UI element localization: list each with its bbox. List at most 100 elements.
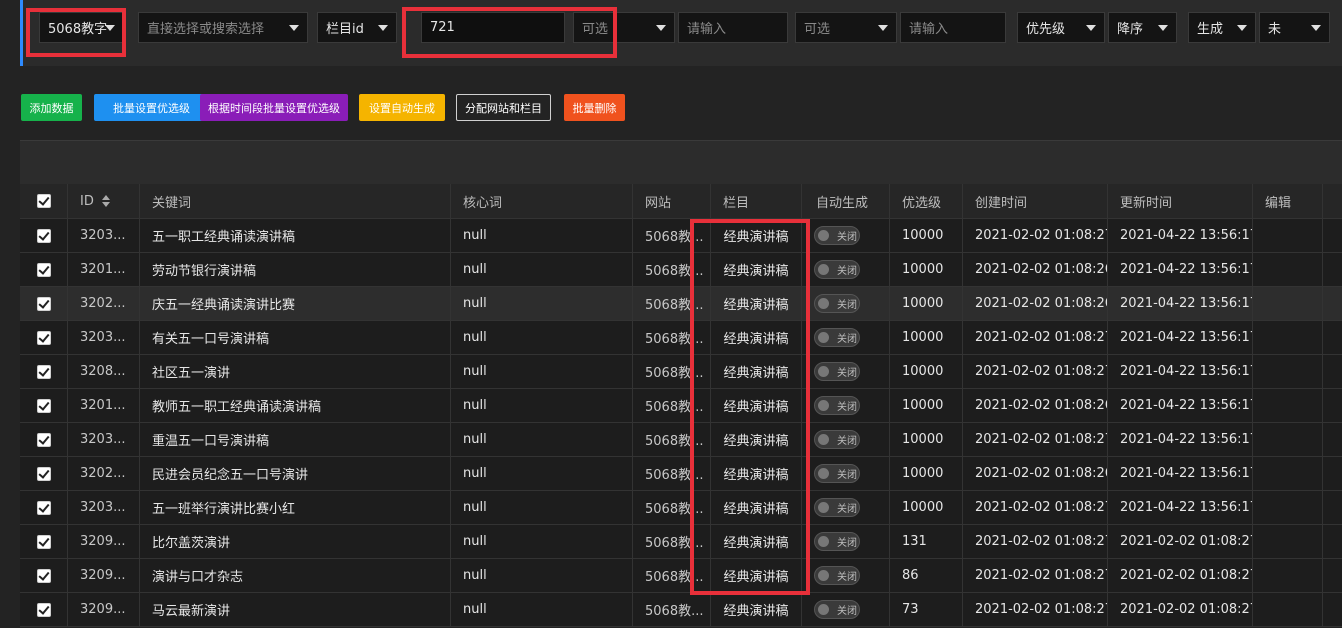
cell-edit[interactable] — [1252, 491, 1322, 524]
row-checkbox[interactable] — [36, 296, 51, 311]
table-row[interactable]: 3208... 社区五一演讲 null 5068教... 经典演讲稿 关闭 10000 202… — [20, 355, 1342, 389]
select-all-cell[interactable] — [20, 184, 67, 218]
header-id[interactable]: ID — [67, 184, 139, 218]
table-row[interactable]: 3203... 重温五一口号演讲稿 null 5068教... 经典演讲稿 关闭 10000… — [20, 423, 1342, 457]
row-checkbox[interactable] — [36, 466, 51, 481]
row-select-cell[interactable] — [20, 355, 67, 388]
auto-generate-toggle[interactable]: 关闭 — [814, 430, 860, 449]
auto-generate-toggle[interactable]: 关闭 — [814, 464, 860, 483]
generate-select[interactable]: 生成 — [1188, 12, 1256, 43]
optional-select-2[interactable]: 可选 — [795, 12, 897, 43]
row-checkbox[interactable] — [36, 568, 51, 583]
row-select-cell[interactable] — [20, 593, 67, 626]
row-select-cell[interactable] — [20, 491, 67, 524]
row-checkbox[interactable] — [36, 364, 51, 379]
table-row[interactable]: 3203... 五一职工经典诵读演讲稿 null 5068教... 经典演讲稿 关闭 100… — [20, 219, 1342, 253]
cell-edit[interactable] — [1252, 287, 1322, 320]
cell-priority: 10000 — [889, 457, 962, 490]
batch-priority-button[interactable]: 批量设置优选级 — [94, 94, 209, 121]
field-value-input[interactable]: 721 — [421, 12, 565, 43]
cell-edit[interactable] — [1252, 355, 1322, 388]
row-select-cell[interactable] — [20, 457, 67, 490]
auto-generate-toggle[interactable]: 关闭 — [814, 396, 860, 415]
optional-select-1[interactable]: 可选 — [573, 12, 675, 43]
table-row[interactable]: 3209... 比尔盖茨演讲 null 5068教... 经典演讲稿 关闭 131 2021-… — [20, 525, 1342, 559]
row-checkbox[interactable] — [36, 534, 51, 549]
row-checkbox[interactable] — [36, 432, 51, 447]
table-row[interactable]: 3201... 劳动节银行演讲稿 null 5068教... 经典演讲稿 关闭 10000 2… — [20, 253, 1342, 287]
table-row[interactable]: 3209... 演讲与口才杂志 null 5068教... 经典演讲稿 关闭 86 2021-… — [20, 559, 1342, 593]
row-select-cell[interactable] — [20, 253, 67, 286]
auto-generate-cell: 关闭 — [801, 423, 889, 456]
cell-keyword: 庆五一经典诵读演讲比赛 — [139, 287, 450, 320]
auto-generate-toggle[interactable]: 关闭 — [814, 566, 860, 585]
row-checkbox[interactable] — [36, 228, 51, 243]
auto-generate-toggle[interactable]: 关闭 — [814, 294, 860, 313]
order-select[interactable]: 降序 — [1108, 12, 1177, 43]
row-checkbox[interactable] — [36, 330, 51, 345]
toggle-label: 关闭 — [837, 266, 857, 277]
cell-edit[interactable] — [1252, 321, 1322, 354]
cell-edit[interactable] — [1252, 423, 1322, 456]
assign-site-column-button[interactable]: 分配网站和栏目 — [456, 94, 551, 121]
table-row[interactable]: 3201... 教师五一职工经典诵读演讲稿 null 5068教... 经典演讲稿 关闭 1… — [20, 389, 1342, 423]
cell-column: 经典演讲稿 — [710, 593, 801, 626]
input-field-1[interactable]: 请输入 — [678, 12, 788, 43]
cell-column: 经典演讲稿 — [710, 287, 801, 320]
cell-keyword: 社区五一演讲 — [139, 355, 450, 388]
table-row[interactable]: 3202... 民进会员纪念五一口号演讲 null 5068教... 经典演讲稿 关闭 10… — [20, 457, 1342, 491]
cell-edit[interactable] — [1252, 253, 1322, 286]
auto-generate-toggle[interactable]: 关闭 — [814, 532, 860, 551]
cell-core: null — [450, 457, 632, 490]
cell-edit[interactable] — [1252, 389, 1322, 422]
table-row[interactable]: 3203... 五一班举行演讲比赛小红 null 5068教... 经典演讲稿 关闭 100… — [20, 491, 1342, 525]
row-select-cell[interactable] — [20, 559, 67, 592]
cell-edit[interactable] — [1252, 593, 1322, 626]
priority-select[interactable]: 优先级 — [1017, 12, 1105, 43]
cell-core: null — [450, 559, 632, 592]
auto-generate-toggle[interactable]: 关闭 — [814, 260, 860, 279]
add-data-button[interactable]: 添加数据 — [21, 94, 82, 121]
input-field-2[interactable]: 请输入 — [900, 12, 1006, 43]
cell-core: null — [450, 593, 632, 626]
row-select-cell[interactable] — [20, 389, 67, 422]
row-select-cell[interactable] — [20, 525, 67, 558]
search-select-placeholder: 直接选择或搜索选择 — [147, 22, 265, 37]
cell-edit[interactable] — [1252, 219, 1322, 252]
table-row[interactable]: 3209... 马云最新演讲 null 5068教... 经典演讲稿 关闭 73 2021-0… — [20, 593, 1342, 627]
row-checkbox[interactable] — [36, 500, 51, 515]
row-checkbox[interactable] — [36, 398, 51, 413]
sort-icon[interactable] — [101, 195, 110, 207]
auto-generate-toggle[interactable]: 关闭 — [814, 328, 860, 347]
chevron-down-icon — [378, 25, 388, 31]
row-checkbox[interactable] — [36, 262, 51, 277]
cell-edit[interactable] — [1252, 525, 1322, 558]
auto-generate-toggle[interactable]: 关闭 — [814, 362, 860, 381]
time-priority-button[interactable]: 根据时间段批量设置优选级 — [200, 94, 348, 121]
batch-delete-button[interactable]: 批量删除 — [564, 94, 625, 121]
status-select[interactable]: 未 — [1259, 12, 1330, 43]
cell-overflow — [1322, 457, 1342, 490]
search-select[interactable]: 直接选择或搜索选择 — [138, 12, 308, 43]
row-select-cell[interactable] — [20, 219, 67, 252]
row-select-cell[interactable] — [20, 287, 67, 320]
site-select[interactable]: 5068教字 — [39, 12, 124, 43]
field-select[interactable]: 栏目id — [317, 12, 397, 43]
row-select-cell[interactable] — [20, 321, 67, 354]
auto-generate-toggle[interactable]: 关闭 — [814, 600, 860, 619]
table-row[interactable]: 3203... 有关五一口号演讲稿 null 5068教... 经典演讲稿 关闭 10000… — [20, 321, 1342, 355]
cell-updated: 2021-04-22 13:56:17 — [1107, 457, 1252, 490]
row-select-cell[interactable] — [20, 423, 67, 456]
auto-generate-toggle[interactable]: 关闭 — [814, 226, 860, 245]
cell-edit[interactable] — [1252, 457, 1322, 490]
select-all-checkbox[interactable] — [36, 194, 51, 208]
cell-edit[interactable] — [1252, 559, 1322, 592]
cell-created: 2021-02-02 01:08:27 — [962, 491, 1107, 524]
auto-generate-button[interactable]: 设置自动生成 — [359, 94, 445, 121]
toggle-knob — [818, 298, 829, 309]
cell-overflow — [1322, 253, 1342, 286]
row-checkbox[interactable] — [36, 602, 51, 617]
auto-generate-toggle[interactable]: 关闭 — [814, 498, 860, 517]
header-auto: 自动生成 — [801, 184, 889, 218]
table-row[interactable]: 3202... 庆五一经典诵读演讲比赛 null 5068教... 经典演讲稿 关闭 100… — [20, 287, 1342, 321]
